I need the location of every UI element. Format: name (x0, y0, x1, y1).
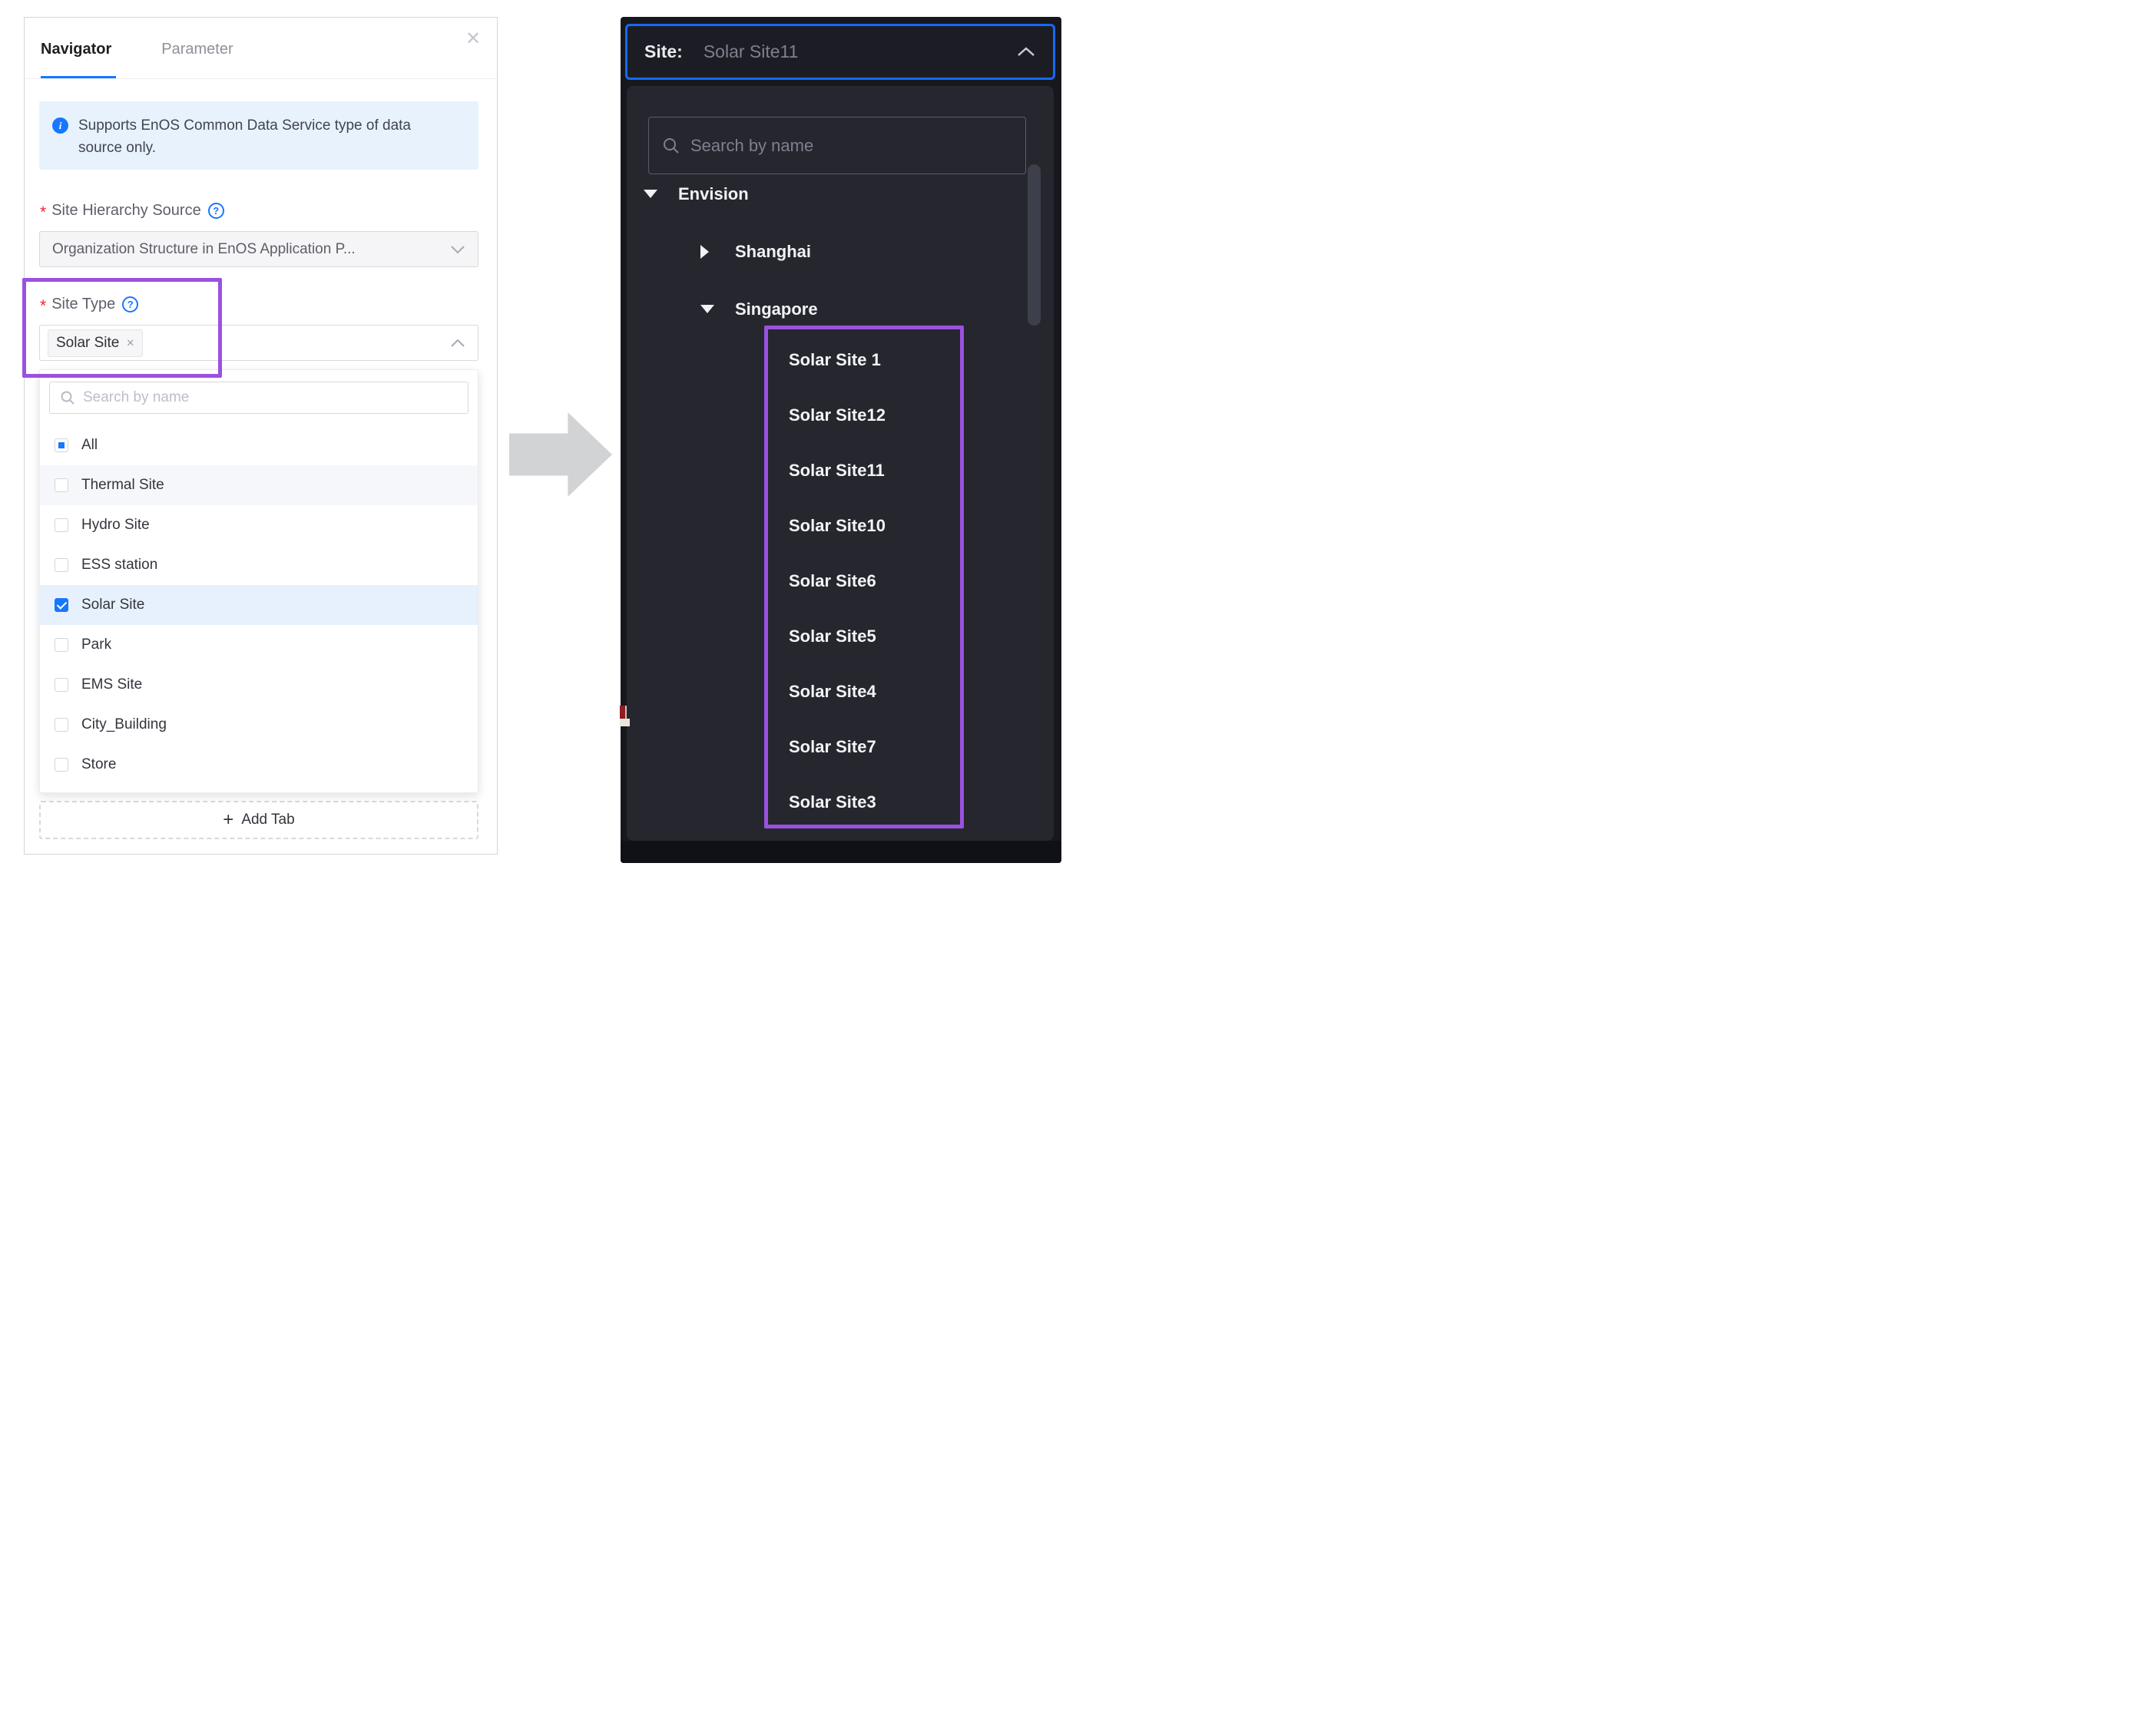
option-label: EMS Site (81, 676, 143, 693)
checkbox-icon[interactable] (55, 518, 68, 532)
checkbox-icon[interactable] (55, 638, 68, 652)
site-item[interactable]: Solar Site12 (768, 388, 960, 443)
type-option[interactable]: Store (40, 745, 478, 785)
type-search[interactable] (49, 382, 468, 414)
search-icon (664, 137, 679, 154)
type-option[interactable]: City_Building (40, 705, 478, 745)
add-tab-button[interactable]: Add Tab (39, 801, 478, 839)
info-circle-icon (52, 117, 68, 134)
type-option-list: All Thermal Site Hydro Site ESS station … (40, 425, 478, 785)
site-type-dropdown: All Thermal Site Hydro Site ESS (39, 369, 478, 793)
site-select-header[interactable]: Site: Solar Site11 (625, 24, 1055, 80)
site-hierarchy-source-select[interactable]: Organization Structure in EnOS Applicati… (39, 231, 478, 267)
site-item[interactable]: Solar Site4 (768, 664, 960, 719)
option-label: Park (81, 637, 112, 653)
site-list: Solar Site 1 Solar Site12 Solar Site11 S… (768, 329, 960, 830)
tab[interactable]: Parameter (161, 41, 233, 58)
chevron-down-icon (451, 245, 465, 253)
checkbox-icon[interactable] (55, 558, 68, 572)
screenshot-root: Navigator Parameter Supports EnOS Common… (0, 0, 1076, 868)
select-value: Organization Structure in EnOS Applicati… (52, 240, 356, 257)
option-label: Thermal Site (81, 477, 164, 493)
add-tab-label: Add Tab (241, 812, 295, 828)
type-option[interactable]: EMS Site (40, 665, 478, 705)
caret-icon[interactable] (700, 305, 713, 313)
site-tree: Envision Shanghai Singapore (627, 165, 1054, 338)
site-item[interactable]: Solar Site7 (768, 719, 960, 775)
plus-icon (223, 809, 233, 831)
caret-icon[interactable] (644, 190, 656, 198)
checkbox-icon[interactable] (55, 758, 68, 772)
option-label: Solar Site (81, 597, 145, 613)
checkbox-icon[interactable] (55, 478, 68, 492)
tree-node[interactable]: Envision (627, 165, 1054, 223)
type-option[interactable]: Hydro Site (40, 505, 478, 545)
option-label: ESS station (81, 557, 158, 573)
type-option[interactable]: All (40, 425, 478, 465)
required-asterisk (40, 295, 46, 313)
site-selector-widget: Site: Solar Site11 Envision Shangha (620, 17, 1061, 863)
tree-node-label: Shanghai (735, 241, 812, 261)
field-label-text: Site Type (51, 295, 116, 312)
site-search-input[interactable] (690, 135, 1012, 156)
chevron-up-icon (451, 339, 465, 347)
checkbox-icon[interactable] (55, 438, 68, 452)
option-label: City_Building (81, 716, 167, 732)
checkbox-icon[interactable] (55, 598, 68, 612)
scrollbar-thumb[interactable] (1028, 164, 1041, 326)
tag-label: Solar Site (56, 334, 120, 351)
search-icon (61, 391, 74, 405)
checkbox-icon[interactable] (55, 678, 68, 692)
site-item[interactable]: Solar Site6 (768, 554, 960, 609)
site-hierarchy-source-label: Site Hierarchy Source (40, 199, 224, 222)
info-banner: Supports EnOS Common Data Service type o… (39, 101, 478, 170)
help-icon[interactable] (207, 202, 224, 219)
type-search-input[interactable] (83, 389, 458, 406)
type-option[interactable]: Solar Site (40, 585, 478, 625)
option-label: Hydro Site (81, 517, 150, 533)
panel-footer-strip (621, 841, 1061, 863)
tree-node-label: Envision (678, 184, 749, 203)
site-item[interactable]: Solar Site 1 (768, 332, 960, 388)
close-icon[interactable] (462, 27, 485, 50)
tree-node[interactable]: Shanghai (627, 223, 1054, 280)
navigator-dialog: Navigator Parameter Supports EnOS Common… (22, 17, 498, 855)
site-type-label: Site Type (40, 293, 139, 316)
required-asterisk (40, 201, 46, 220)
help-icon[interactable] (122, 296, 139, 312)
site-header-value: Solar Site11 (703, 41, 799, 61)
caret-icon[interactable] (700, 245, 713, 259)
info-text: Supports EnOS Common Data Service type o… (78, 117, 411, 156)
site-header-label: Site: (644, 41, 683, 61)
site-item[interactable]: Solar Site10 (768, 498, 960, 554)
site-item[interactable]: Solar Site5 (768, 609, 960, 664)
type-option[interactable]: ESS station (40, 545, 478, 585)
right-arrow-icon (509, 412, 612, 497)
site-item[interactable]: Solar Site11 (768, 443, 960, 498)
checkbox-icon[interactable] (55, 718, 68, 732)
site-item[interactable]: Solar Site3 (768, 775, 960, 830)
tab[interactable]: Navigator (41, 41, 111, 58)
site-type-select[interactable]: Solar Site (39, 325, 478, 361)
remove-tag-icon[interactable] (126, 337, 134, 349)
clipped-red-marker (620, 706, 630, 726)
type-option[interactable]: Thermal Site (40, 465, 478, 505)
sites-highlight-box: Solar Site 1 Solar Site12 Solar Site11 S… (764, 326, 964, 828)
tab-bar: Navigator Parameter (41, 41, 233, 58)
option-label: Store (81, 756, 117, 772)
selected-type-tag[interactable]: Solar Site (48, 329, 144, 357)
tabbar-divider (25, 78, 497, 79)
type-option[interactable]: Park (40, 625, 478, 665)
option-label: All (81, 437, 98, 453)
chevron-up-icon (1018, 47, 1035, 56)
tree-node-label: Singapore (735, 299, 818, 319)
field-label-text: Site Hierarchy Source (51, 201, 201, 219)
site-dropdown-panel: Envision Shanghai Singapore (627, 86, 1054, 841)
